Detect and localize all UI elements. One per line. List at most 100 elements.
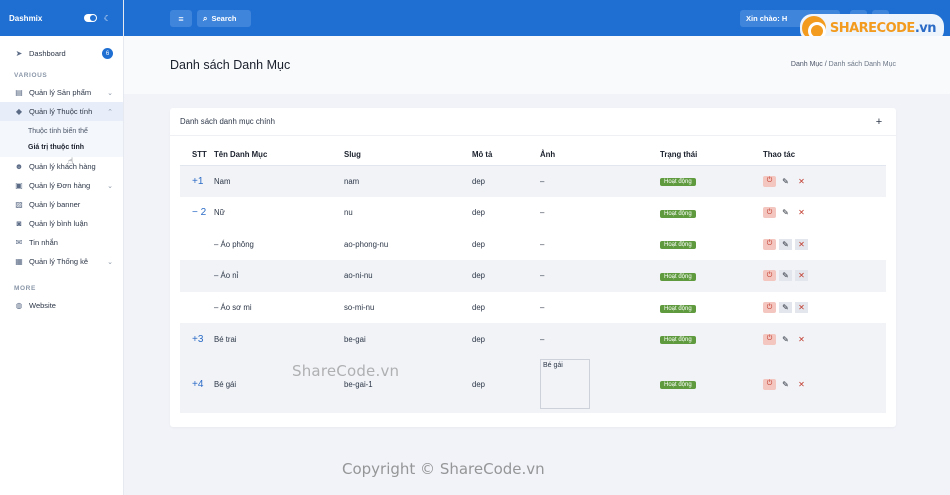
users-icon: ☻ (14, 162, 24, 171)
category-table: STT Tên Danh Mục Slug Mô tả Ảnh Trạng th… (180, 145, 886, 414)
breadcrumb-separator: / (824, 61, 827, 68)
sidebar-item-customers[interactable]: ☻ Quản lý khách hàng (0, 157, 123, 176)
sidebar-item-label: Quản lý Thống kê (29, 257, 89, 266)
power-icon[interactable]: ⏻ (763, 378, 776, 390)
watermark-middle: ShareCode.vn (292, 362, 400, 380)
card-title: Danh sách danh mục chính (180, 117, 275, 126)
sidebar-item-comments[interactable]: ◙ Quản lý bình luận (0, 214, 123, 233)
breadcrumb-current: Danh sách Danh Mục (828, 61, 896, 68)
top-header: ≡ ⌕ Search Xin chào: H SHARECODE.vn (124, 0, 950, 42)
category-name: – Áo nỉ (214, 260, 344, 292)
sidebar-nav: ➤ Dashboard 6 VARIOUS ▤ Quản lý Sản phẩm… (0, 36, 123, 315)
status-badge: Hoạt động (660, 241, 696, 250)
category-image: – (540, 208, 545, 218)
close-icon[interactable]: ✕ (795, 238, 808, 250)
pencil-icon[interactable]: ✎ (779, 270, 792, 282)
watermark-copyright: Copyright © ShareCode.vn (342, 460, 545, 478)
sidebar-subitem-variant-attributes[interactable]: Thuộc tính biến thể (0, 123, 123, 139)
close-icon[interactable]: ✕ (795, 334, 808, 345)
sidebar-item-messages[interactable]: ✉ Tin nhắn (0, 233, 123, 252)
sidebar-item-label: Quản lý bình luận (29, 219, 88, 228)
close-icon[interactable]: ✕ (795, 207, 808, 218)
category-description: dep (472, 355, 540, 414)
category-description: dep (472, 239, 486, 249)
power-icon[interactable]: ⏻ (763, 207, 776, 219)
status-badge: Hoạt động (660, 209, 696, 218)
category-image: – (540, 165, 660, 197)
collapse-toggle[interactable]: − 2 (192, 207, 206, 218)
sidebar-item-label: Quản lý Thuộc tính (29, 107, 93, 116)
chevron-down-icon: ⌄ (107, 182, 113, 190)
pencil-icon[interactable]: ✎ (779, 379, 792, 390)
search-button-label: Search (211, 14, 237, 23)
close-icon[interactable]: ✕ (795, 176, 808, 187)
power-icon[interactable]: ⏻ (763, 302, 776, 314)
category-slug: be-gai (344, 323, 472, 356)
sidebar-item-label: Quản lý banner (29, 200, 81, 209)
category-slug: ao-ni-nu (344, 260, 472, 292)
close-icon[interactable]: ✕ (795, 302, 808, 314)
sidebar-item-products[interactable]: ▤ Quản lý Sản phẩm ⌄ (0, 83, 123, 102)
category-name: – Áo phông (214, 239, 254, 249)
power-icon[interactable]: ⏻ (763, 175, 776, 187)
table-row: – Áo sơ mi so-mi-nu dep – Hoạt động ⏻ ✎ ✕ (180, 292, 886, 324)
section-more: MORE (14, 285, 36, 292)
close-icon[interactable]: ✕ (795, 270, 808, 282)
pencil-icon[interactable]: ✎ (779, 176, 792, 187)
sidebar-subitem-attribute-values[interactable]: Giá trị thuộc tính (0, 139, 123, 155)
category-description: dep (472, 303, 486, 313)
category-name: Nữ (214, 208, 225, 218)
column-header-name: Tên Danh Mục (214, 145, 344, 166)
column-header-slug: Slug (344, 145, 472, 166)
table-row: – Áo nỉ ao-ni-nu dep – Hoạt động ⏻ ✎ ✕ (180, 260, 886, 292)
sidebar-item-attributes[interactable]: ◆ Quản lý Thuộc tính ⌃ (0, 102, 123, 121)
expand-toggle[interactable]: +1 (192, 176, 203, 187)
pencil-icon[interactable]: ✎ (779, 302, 792, 314)
close-icon[interactable]: ✕ (795, 379, 808, 390)
sidebar-item-website[interactable]: ◍ Website (0, 296, 123, 315)
menu-toggle-button[interactable]: ≡ (170, 10, 192, 27)
box-icon: ▤ (15, 88, 23, 97)
power-icon[interactable]: ⏻ (763, 270, 776, 282)
category-image: – (540, 239, 545, 249)
category-slug: nam (344, 165, 472, 197)
sidebar-item-banner[interactable]: ▨ Quản lý banner (0, 195, 123, 214)
hamburger-icon: ≡ (178, 13, 184, 24)
chevron-down-icon: ⌄ (107, 89, 113, 97)
add-category-button[interactable]: + (872, 115, 886, 129)
image-icon: ▨ (15, 200, 23, 209)
category-name: Bé trai (214, 323, 344, 356)
sidebar-item-orders[interactable]: ▣ Quản lý Đơn hàng ⌄ (0, 176, 123, 195)
navigation-arrow-icon: ➤ (15, 49, 23, 58)
power-icon[interactable]: ⏻ (763, 333, 776, 345)
table-header-row: STT Tên Danh Mục Slug Mô tả Ảnh Trạng th… (180, 145, 886, 166)
expand-toggle[interactable]: +3 (192, 334, 203, 345)
category-image: – (540, 303, 545, 313)
expand-toggle[interactable]: +4 (192, 379, 203, 390)
status-badge: Hoạt động (660, 304, 696, 313)
sidebar-item-statistics[interactable]: ▦ Quản lý Thống kê ⌄ (0, 252, 123, 271)
sidebar-item-label: Website (29, 301, 56, 310)
sidebar: Dashmix ☾ ➤ Dashboard 6 VARIOUS ▤ Quản l… (0, 0, 124, 495)
search-button[interactable]: ⌕ Search (197, 10, 251, 27)
breadcrumb-root[interactable]: Danh Mục (791, 61, 823, 68)
sidebar-item-dashboard[interactable]: ➤ Dashboard 6 (0, 44, 123, 63)
hand-cursor-icon: ☝ (68, 156, 74, 166)
pencil-icon[interactable]: ✎ (779, 334, 792, 345)
power-icon[interactable]: ⏻ (763, 238, 776, 250)
chart-icon: ▦ (15, 257, 23, 266)
theme-toggle-icon[interactable] (84, 12, 97, 25)
pencil-icon[interactable]: ✎ (779, 238, 792, 250)
category-slug: nu (344, 208, 353, 218)
pencil-icon[interactable]: ✎ (779, 207, 792, 218)
category-name: Nam (214, 165, 344, 197)
table-row: – Áo phông ao-phong-nu dep – Hoạt động ⏻… (180, 228, 886, 260)
category-image: – (540, 260, 660, 292)
status-badge: Hoạt động (660, 178, 696, 187)
card-header: Danh sách danh mục chính + (170, 108, 896, 136)
brand-bar: Dashmix ☾ (0, 0, 123, 36)
moon-icon[interactable]: ☾ (101, 12, 114, 25)
sidebar-item-label: Quản lý Sản phẩm (29, 88, 92, 97)
breadcrumb: Danh Mục / Danh sách Danh Mục (791, 61, 896, 68)
status-badge: Hoạt động (660, 381, 696, 390)
